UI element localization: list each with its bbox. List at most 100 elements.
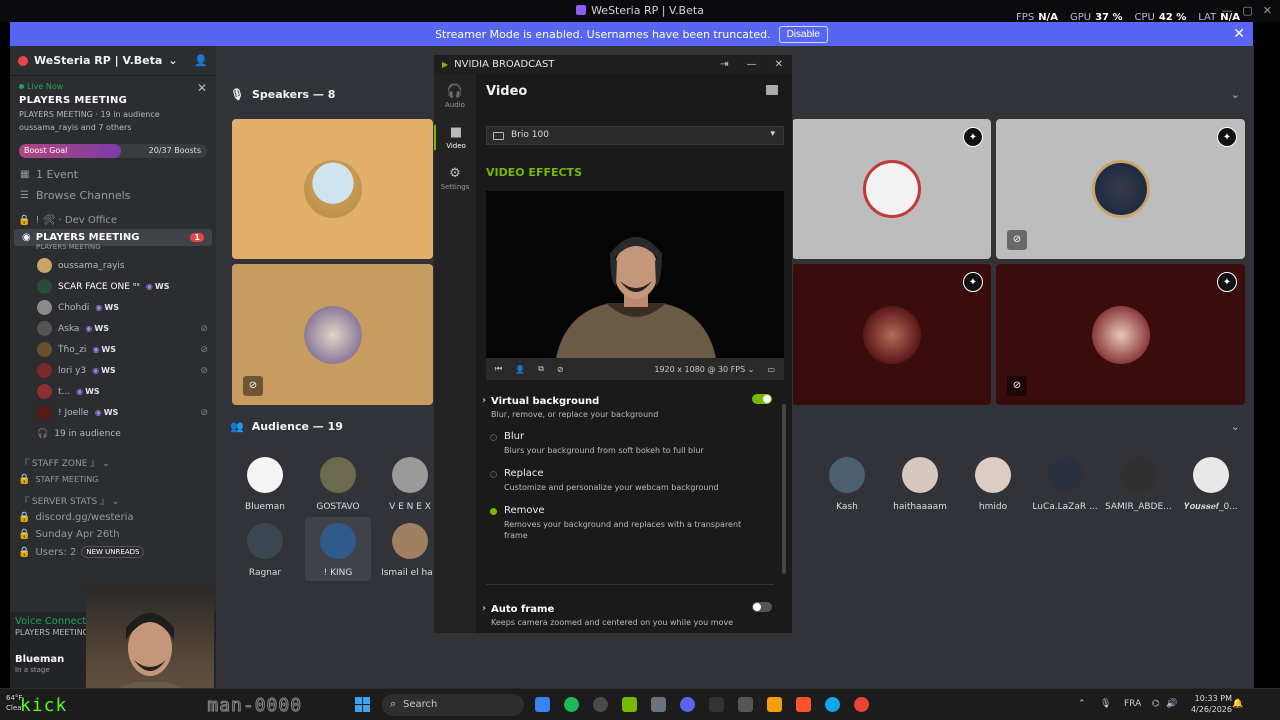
webcam-preview-image <box>486 191 784 358</box>
auto-frame-title[interactable]: Auto frame <box>482 603 784 615</box>
spotify-icon[interactable] <box>564 697 579 712</box>
audience-member[interactable]: Ragnar <box>232 523 298 578</box>
clock[interactable]: 10:33 PM 4/26/2026 <box>1191 693 1232 715</box>
app-titlebar: WeSteria RP | V.Beta FPS N/A GPU 37 % CPU 4… <box>0 0 1280 23</box>
stage-user[interactable]: AskaWS⊘ <box>10 318 216 339</box>
boost-goal-bar[interactable]: Boost Goal 20/37 Boosts <box>19 144 207 158</box>
audience-member[interactable]: hmido <box>960 457 1026 512</box>
tab-video[interactable]: ■ Video <box>434 125 476 150</box>
nvidia-sidebar: 🎧 Audio ■ Video ⚙ Settings <box>434 74 476 633</box>
virtual-background-title[interactable]: Virtual background <box>482 395 784 407</box>
stage-user[interactable]: SCAR FACE ONE ᵒˢWS <box>10 276 216 297</box>
minimize-icon[interactable]: — <box>747 59 757 70</box>
snapshot-icon[interactable]: ⧉ <box>538 364 544 374</box>
video-camera-icon: ■ <box>449 125 463 140</box>
auto-frame-toggle[interactable] <box>752 602 772 612</box>
stage-user[interactable]: t...WS <box>10 381 216 402</box>
option-blur[interactable]: Blur Blurs your background from soft bok… <box>486 431 784 456</box>
close-icon[interactable]: ✕ <box>197 81 207 95</box>
popout-icon[interactable]: ⇥ <box>720 59 728 70</box>
channel-staff-meeting[interactable]: 🔒 STAFF MEETING <box>10 471 216 488</box>
edge-icon[interactable] <box>825 697 840 712</box>
audience-member[interactable]: Blueman <box>232 457 298 512</box>
speaker-tile[interactable]: ✦ ⊘ <box>996 119 1245 259</box>
volume-icon[interactable]: 🔊 <box>1166 699 1177 709</box>
tray-chevron-icon[interactable]: ⌃ <box>1078 699 1086 709</box>
skip-icon[interactable]: ⏮ <box>495 364 502 374</box>
category-server-stats[interactable]: 『 SERVER STATS 』 ⌄ <box>10 488 216 509</box>
divider <box>486 584 774 585</box>
stage-user[interactable]: Ṫɦo_ziWS⊘ <box>10 339 216 360</box>
device-select[interactable]: Brio 100 ▾ <box>486 126 784 145</box>
channel-discord-link[interactable]: 🔒 discord.gg/westeria <box>10 509 216 526</box>
audience-member[interactable]: Kash <box>814 457 880 512</box>
chrome-icon[interactable] <box>854 697 869 712</box>
add-member-icon[interactable]: 👤 <box>194 54 208 67</box>
speaker-tile[interactable] <box>232 119 433 259</box>
option-remove[interactable]: Remove Removes your background and repla… <box>486 505 784 541</box>
stage-user[interactable]: lori y3WS⊘ <box>10 360 216 381</box>
tab-audio[interactable]: 🎧 Audio <box>434 84 476 109</box>
channel-dev-office[interactable]: 🔒! 🛠 · Dev Office <box>10 212 216 229</box>
new-unreads-pill[interactable]: NEW UNREADS <box>81 546 145 558</box>
close-icon[interactable]: ✕ <box>1263 4 1272 17</box>
close-banner-icon[interactable]: ✕ <box>1233 26 1245 42</box>
person-icon[interactable]: 👤 <box>515 365 525 374</box>
audience-member[interactable]: haithaaaam <box>887 457 953 512</box>
language-indicator[interactable]: FRA <box>1124 699 1141 709</box>
scrollbar[interactable] <box>782 404 786 574</box>
channel-date[interactable]: 🔒 Sunday Apr 26th <box>10 526 216 543</box>
audience-member[interactable]: LuCa.LaZaR ... <box>1032 457 1098 512</box>
category-staff-zone[interactable]: 『 STAFF ZONE 』 ⌄ <box>10 450 216 471</box>
speaker-tile[interactable]: ✦ <box>792 264 991 405</box>
windows-start-icon[interactable] <box>355 697 371 713</box>
taskbar-search[interactable]: Search <box>382 694 524 716</box>
option-replace[interactable]: Replace Customize and personalize your w… <box>486 468 784 493</box>
in-audience-row[interactable]: 🎧 19 in audience <box>10 423 216 444</box>
minimize-icon[interactable]: — <box>1221 4 1232 17</box>
display-icon[interactable]: ▭ <box>767 365 775 374</box>
virtual-background-toggle[interactable] <box>752 394 772 404</box>
calculator-icon[interactable] <box>651 697 666 712</box>
stage-user[interactable]: ChohdiWS <box>10 297 216 318</box>
chevron-down-icon[interactable]: ⌄ <box>1231 420 1240 433</box>
avatar <box>1193 457 1229 493</box>
page-title: Video <box>476 74 792 110</box>
speaker-tile[interactable]: ✦ <box>792 119 991 259</box>
hide-preview-icon[interactable]: ⊘ <box>557 365 564 374</box>
files-icon[interactable] <box>767 697 782 712</box>
stage-user[interactable]: ! JoelleWS⊘ <box>10 402 216 423</box>
maximize-icon[interactable]: ▢ <box>1242 4 1252 17</box>
live-stage-card[interactable]: Live Now PLAYERS MEETING PLAYERS MEETING… <box>10 76 216 138</box>
resolution-select[interactable]: 1920 x 1080 @ 30 FPS ⌄ <box>654 365 754 374</box>
avatar <box>829 457 865 493</box>
nvidia-icon[interactable] <box>622 697 637 712</box>
disable-streamer-mode-button[interactable]: Disable <box>778 25 828 43</box>
events-link[interactable]: ▦ 1 Event <box>10 164 216 185</box>
server-header[interactable]: WeSteria RP | V.Beta ⌄ 👤 <box>10 46 216 76</box>
wifi-icon[interactable]: ⌬ <box>1152 699 1160 709</box>
github-icon[interactable] <box>709 697 724 712</box>
brave-icon[interactable] <box>796 697 811 712</box>
obs-icon[interactable] <box>593 697 608 712</box>
channel-users-count[interactable]: 🔒 Users: 2 NEW UNREADS <box>10 543 216 561</box>
tab-settings[interactable]: ⚙ Settings <box>434 166 476 191</box>
stream-overlay-text: kick man-0000 <box>20 695 303 717</box>
audience-member[interactable]: ! KING <box>305 517 371 581</box>
app-icon[interactable] <box>738 697 753 712</box>
audience-member[interactable]: GOSTAVO <box>305 457 371 512</box>
feedback-icon[interactable] <box>766 85 778 95</box>
speaker-tile[interactable]: ✦ ⊘ <box>996 264 1245 405</box>
current-user-name[interactable]: Blueman <box>15 654 64 665</box>
discord-icon[interactable] <box>680 697 695 712</box>
audience-member[interactable]: SAMIR_ABDE... <box>1105 457 1172 512</box>
browse-channels-link[interactable]: ☰ Browse Channels <box>10 185 216 206</box>
notification-icon[interactable]: 🔔 <box>1232 699 1243 709</box>
chevron-down-icon[interactable]: ⌄ <box>1231 88 1240 101</box>
close-icon[interactable]: ✕ <box>775 59 783 70</box>
widgets-icon[interactable] <box>535 697 550 712</box>
stage-user[interactable]: oussama_rayis <box>10 255 216 276</box>
speaker-tile[interactable]: ⊘ <box>232 264 433 405</box>
audience-member[interactable]: 𝒀𝒐𝒖𝒔𝒔𝒆𝒇_0... <box>1178 457 1244 512</box>
microphone-icon[interactable]: 🎙 <box>1100 699 1111 709</box>
